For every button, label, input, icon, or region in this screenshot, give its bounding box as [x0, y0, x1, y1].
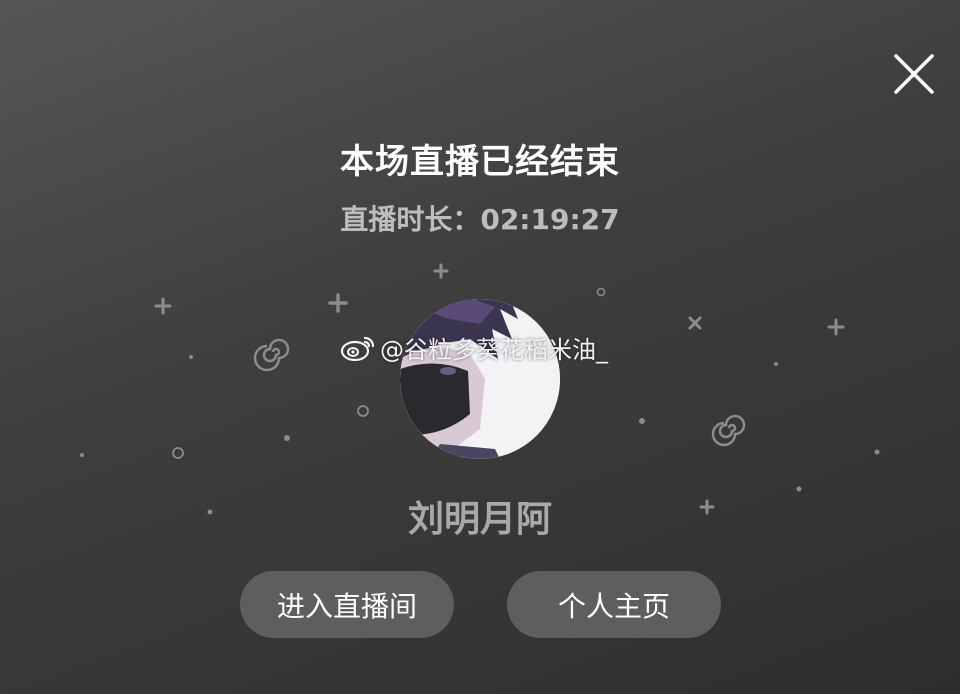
- enter-live-room-button[interactable]: 进入直播间: [240, 571, 454, 638]
- profile-button[interactable]: 个人主页: [507, 571, 721, 638]
- avatar-image: [400, 299, 560, 459]
- weibo-watermark: @谷粒多葵花稻米油_: [340, 330, 608, 365]
- profile-label: 个人主页: [557, 589, 670, 623]
- weibo-icon: [340, 336, 375, 361]
- streamer-name: 刘明月阿: [407, 499, 552, 540]
- streamer-avatar[interactable]: [400, 299, 560, 459]
- watermark-text: @谷粒多葵花稻米油_: [380, 336, 608, 364]
- enter-live-room-label: 进入直播间: [276, 589, 417, 623]
